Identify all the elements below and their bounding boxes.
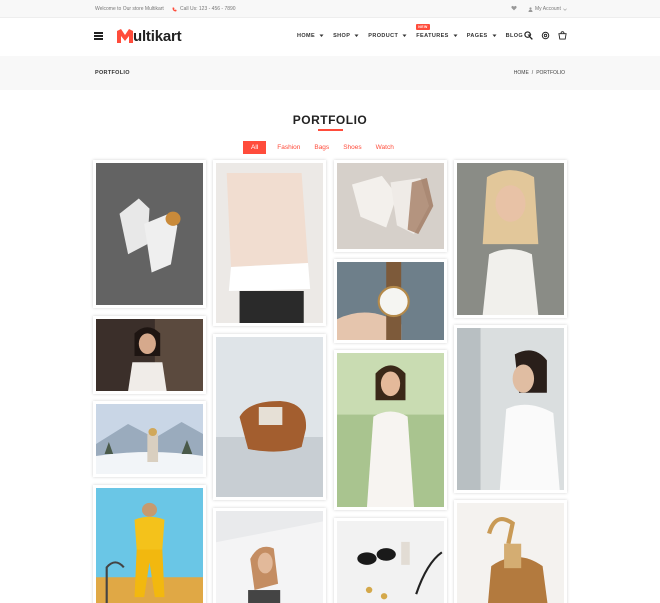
header-icons	[524, 31, 567, 40]
logo-text: ultikart	[133, 27, 182, 45]
portfolio-item[interactable]	[454, 500, 567, 603]
logo-m-mark	[117, 29, 133, 43]
yellow-outfit-photo	[96, 488, 203, 603]
portfolio-item[interactable]	[93, 316, 206, 394]
portfolio-item[interactable]	[454, 160, 567, 318]
nav-product-label: PRODUCT	[368, 33, 399, 39]
my-account-label: My Account	[535, 6, 561, 12]
portfolio-item[interactable]	[213, 160, 326, 326]
shoes-flatlay-photo	[337, 163, 444, 249]
breadcrumb-current: PORTFOLIO	[536, 70, 565, 76]
new-badge: NEW	[416, 24, 430, 30]
call-info: Call Us: 123 - 456 - 7890	[172, 6, 236, 12]
portfolio-item[interactable]	[334, 160, 447, 252]
portfolio-item[interactable]	[93, 160, 206, 308]
chevron-down-icon	[354, 34, 359, 37]
nav-product[interactable]: PRODUCT	[368, 33, 407, 39]
title-underline	[318, 129, 343, 131]
woman-side-photo	[216, 511, 323, 603]
nav-blog-label: BLOG	[505, 33, 524, 39]
breadcrumb: HOME / PORTFOLIO	[514, 70, 565, 76]
nav-features-label: FEATURES	[416, 33, 449, 39]
chevron-down-icon	[563, 7, 567, 11]
logo[interactable]: ultikart	[117, 27, 182, 45]
woman-portrait-photo	[96, 319, 203, 391]
watch-photo	[337, 262, 444, 340]
portfolio-item[interactable]	[334, 350, 447, 510]
my-account-link[interactable]: My Account	[528, 6, 567, 12]
search-icon[interactable]	[524, 31, 533, 40]
filter-all[interactable]: All	[243, 141, 267, 154]
accessories-flatlay-photo	[337, 521, 444, 603]
nav-home-label: HOME	[297, 33, 316, 39]
chevron-down-icon	[402, 34, 407, 37]
cart-icon[interactable]	[558, 31, 567, 40]
portfolio-item[interactable]	[93, 401, 206, 477]
filter-bags[interactable]: Bags	[314, 144, 329, 151]
welcome-text: Welcome to Our store Multikart	[95, 6, 164, 12]
portfolio-item[interactable]	[213, 334, 326, 500]
chevron-down-icon	[453, 34, 458, 37]
portfolio-item[interactable]	[93, 485, 206, 603]
page-title: PORTFOLIO	[292, 113, 368, 127]
portfolio-item[interactable]	[334, 259, 447, 343]
main-nav: HOME SHOP PRODUCT NEW FEATURES PAGES BLOG	[297, 24, 541, 39]
main-header: ultikart HOME SHOP PRODUCT NEW FEATURES P…	[0, 18, 660, 56]
call-text: Call Us: 123 - 456 - 7890	[180, 6, 236, 12]
page-heading: PORTFOLIO	[95, 70, 130, 76]
snow-mountain-photo	[96, 404, 203, 474]
white-dress-photo	[337, 353, 444, 507]
nav-features[interactable]: NEW FEATURES	[416, 24, 458, 39]
blonde-woman-photo	[457, 163, 564, 315]
sweater-photo	[216, 163, 323, 323]
gold-decor-photo	[457, 503, 564, 603]
filter-fashion[interactable]: Fashion	[277, 144, 300, 151]
nav-pages-label: PAGES	[466, 33, 488, 39]
menu-icon[interactable]	[94, 32, 103, 40]
user-icon	[528, 6, 533, 12]
filter-shoes[interactable]: Shoes	[343, 144, 361, 151]
portfolio-item[interactable]	[454, 325, 567, 493]
chevron-down-icon	[319, 34, 324, 37]
nav-home[interactable]: HOME	[297, 33, 324, 39]
breadcrumb-home[interactable]: HOME	[514, 70, 529, 76]
nav-pages[interactable]: PAGES	[467, 33, 497, 39]
filter-watch[interactable]: Watch	[376, 144, 394, 151]
phone-icon	[172, 7, 177, 11]
settings-icon[interactable]	[541, 31, 550, 40]
heart-icon[interactable]	[511, 5, 517, 11]
leather-bag-photo	[216, 337, 323, 497]
chevron-down-icon	[492, 34, 497, 37]
portfolio-item[interactable]	[213, 508, 326, 603]
portfolio-item[interactable]	[334, 518, 447, 603]
breadcrumb-separator: /	[531, 70, 534, 76]
top-bar: Welcome to Our store Multikart Call Us: …	[0, 0, 660, 18]
nav-shop[interactable]: SHOP	[333, 33, 359, 39]
woman-window-photo	[457, 328, 564, 490]
breadcrumb-bar: PORTFOLIO HOME / PORTFOLIO	[0, 56, 660, 90]
sneakers-photo	[96, 163, 203, 305]
nav-shop-label: SHOP	[333, 33, 351, 39]
portfolio-filters: All Fashion Bags Shoes Watch	[243, 141, 408, 154]
